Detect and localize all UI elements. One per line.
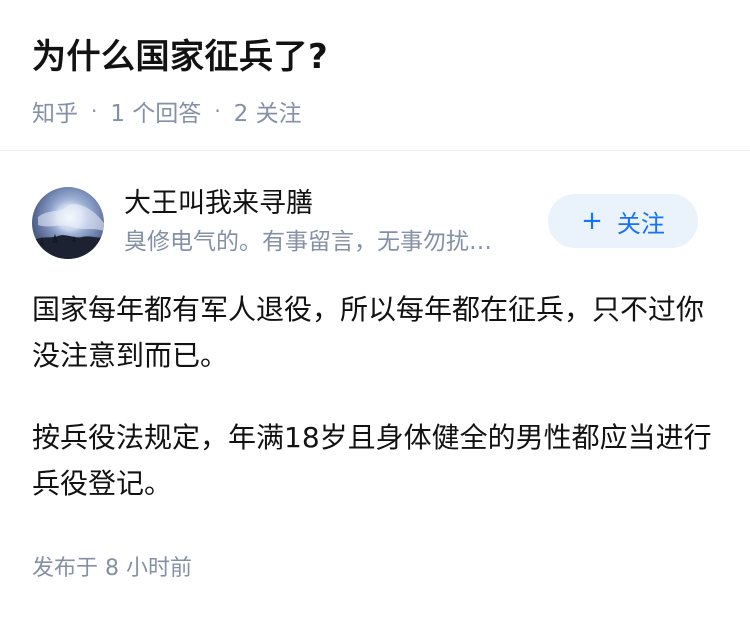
answer-paragraph: 国家每年都有军人退役，所以每年都在征兵，只不过你没注意到而已。 [32, 293, 705, 372]
publish-time: 发布于 8 小时前 [32, 556, 192, 581]
question-title[interactable]: 为什么国家征兵了? [32, 34, 718, 80]
follow-count[interactable]: 2 关注 [234, 94, 302, 128]
plus-icon: + [581, 206, 603, 236]
separator-dot-icon: · [91, 99, 98, 123]
answer-count[interactable]: 1 个回答 [110, 94, 201, 128]
follow-button[interactable]: + 关注 [548, 194, 698, 248]
avatar-image-icon [32, 187, 104, 259]
question-meta: 知乎 · 1 个回答 · 2 关注 [32, 94, 718, 128]
author-row: 大王叫我来寻膳 臭修电气的。有事留言，无事勿扰… + 关注 [32, 151, 718, 261]
question-header: 为什么国家征兵了? 知乎 · 1 个回答 · 2 关注 [0, 0, 750, 127]
author-name[interactable]: 大王叫我来寻膳 [124, 186, 313, 222]
author-bio: 臭修电气的。有事留言，无事勿扰… [124, 229, 492, 255]
separator-dot-icon: · [214, 99, 221, 123]
follow-button-label: 关注 [616, 209, 665, 238]
avatar[interactable] [32, 187, 104, 259]
answer-card: 大王叫我来寻膳 臭修电气的。有事留言，无事勿扰… + 关注 国家每年都有军人退役… [0, 151, 750, 507]
zhihu-question-page: 为什么国家征兵了? 知乎 · 1 个回答 · 2 关注 大王叫我来寻膳 臭修电气… [0, 0, 750, 618]
answer-paragraph: 按兵役法规定，年满18岁且身体健全的男性都应当进行兵役登记。 [32, 421, 712, 500]
source-label[interactable]: 知乎 [32, 94, 78, 128]
answer-content[interactable]: 国家每年都有军人退役，所以每年都在征兵，只不过你没注意到而已。 按兵役法规定，年… [32, 287, 718, 507]
